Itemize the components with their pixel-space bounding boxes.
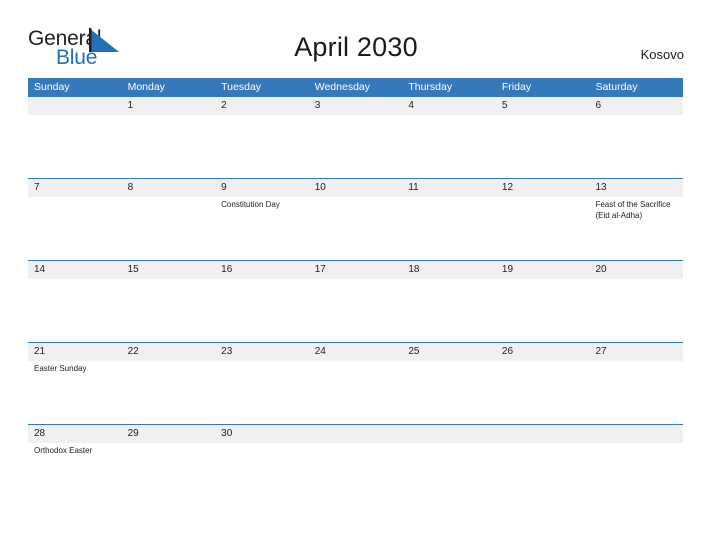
day-cell-14[interactable]: 14 [28, 261, 122, 342]
day-number: 26 [501, 346, 514, 357]
day-number: 19 [501, 264, 514, 275]
day-cell-23[interactable]: 23 [215, 343, 309, 424]
holiday-label: Easter Sunday [34, 364, 87, 373]
calendar-locale-label: Kosovo [640, 47, 684, 62]
day-cell-13[interactable]: 13 Feast of the Sacrifice (Eid al-Adha) [589, 179, 683, 260]
day-cell-16[interactable]: 16 [215, 261, 309, 342]
day-number: 4 [408, 100, 414, 111]
day-cell-9[interactable]: 9 Constitution Day [215, 179, 309, 260]
day-number: 17 [314, 264, 326, 275]
day-number: 10 [314, 182, 326, 193]
weekday-header-tuesday: Tuesday [221, 81, 262, 93]
day-number: 22 [127, 346, 139, 357]
day-number [315, 425, 398, 443]
weekday-header-wednesday: Wednesday [314, 81, 370, 93]
day-number: 7 [34, 182, 40, 193]
day-number: 6 [595, 100, 602, 111]
day-number: 16 [221, 264, 233, 275]
day-number: 1 [127, 100, 134, 111]
day-cell-empty [309, 425, 403, 506]
day-cell-10[interactable]: 10 [309, 179, 403, 260]
day-number: 28 [34, 428, 46, 439]
day-cell-21[interactable]: 21 Easter Sunday [28, 343, 122, 424]
calendar-week-row: 28 Orthodox Easter 29 30 [28, 424, 683, 506]
day-cell-12[interactable]: 12 [496, 179, 590, 260]
day-cell-5[interactable]: 5 [496, 97, 590, 178]
day-number: 5 [501, 100, 508, 111]
day-events: Easter Sunday [34, 361, 117, 374]
day-number [595, 425, 678, 443]
day-number: 11 [408, 182, 419, 193]
calendar-grid: Sunday Monday Tuesday Wednesday Thursday Frid… [28, 78, 683, 506]
day-cell-18[interactable]: 18 [402, 261, 496, 342]
day-cell-24[interactable]: 24 [309, 343, 403, 424]
day-cell-empty [589, 425, 683, 506]
day-number: 30 [221, 428, 233, 439]
day-number: 14 [34, 264, 46, 275]
day-cell-28[interactable]: 28 Orthodox Easter [28, 425, 122, 506]
weekday-header-monday: Monday [127, 81, 165, 93]
holiday-label: Constitution Day [221, 200, 280, 209]
weekday-header-row: Sunday Monday Tuesday Wednesday Thursday Frid… [28, 78, 683, 97]
day-cell-20[interactable]: 20 [589, 261, 683, 342]
holiday-label: Orthodox Easter [34, 446, 93, 455]
calendar-weeks: 1 2 3 4 5 6 7 8 9 Constitution Day 10 11 12 13 Feast o… [28, 97, 683, 506]
day-events: Feast of the Sacrifice (Eid al-Adha) [595, 197, 678, 221]
day-cell-25[interactable]: 25 [402, 343, 496, 424]
day-cell-17[interactable]: 17 [309, 261, 403, 342]
weekday-header-thursday: Thursday [408, 81, 453, 93]
day-cell-8[interactable]: 8 [122, 179, 216, 260]
day-events: Orthodox Easter [34, 443, 117, 456]
day-cell-4[interactable]: 4 [402, 97, 496, 178]
day-cell-29[interactable]: 29 [122, 425, 216, 506]
calendar-week-row: 14 15 16 17 18 19 20 [28, 260, 683, 342]
day-number: 2 [221, 100, 227, 111]
day-cell-2[interactable]: 2 [215, 97, 309, 178]
day-cell-19[interactable]: 19 [496, 261, 590, 342]
day-number: 15 [127, 264, 139, 275]
calendar-page: General Blue April 2030 Kosovo Sunday Mon… [0, 0, 712, 550]
day-number: 8 [127, 182, 134, 193]
day-number: 12 [501, 182, 514, 193]
day-events: Constitution Day [221, 197, 304, 210]
day-number: 21 [34, 346, 46, 357]
day-number: 29 [127, 428, 139, 439]
day-number: 20 [595, 264, 607, 275]
day-number: 9 [221, 182, 227, 193]
day-number: 24 [314, 346, 326, 357]
day-number: 25 [408, 346, 420, 357]
day-cell-empty [402, 425, 496, 506]
day-cell-empty [496, 425, 590, 506]
weekday-header-saturday: Saturday [595, 81, 638, 93]
day-cell-27[interactable]: 27 [589, 343, 683, 424]
day-number: 23 [221, 346, 233, 357]
day-cell-15[interactable]: 15 [122, 261, 216, 342]
day-cell-30[interactable]: 30 [215, 425, 309, 506]
day-number: 18 [408, 264, 420, 275]
day-number [408, 425, 491, 443]
day-cell-11[interactable]: 11 [402, 179, 496, 260]
day-number: 13 [595, 182, 607, 193]
calendar-week-row: 21 Easter Sunday 22 23 24 25 26 27 [28, 342, 683, 424]
calendar-week-row: 1 2 3 4 5 6 [28, 97, 683, 178]
day-cell-6[interactable]: 6 [589, 97, 683, 178]
day-cell-empty [28, 97, 122, 178]
weekday-header-friday: Friday [501, 81, 532, 93]
day-cell-1[interactable]: 1 [122, 97, 216, 178]
page-title: April 2030 [294, 32, 418, 62]
day-number [34, 97, 117, 115]
holiday-label: Feast of the Sacrifice (Eid al-Adha) [595, 200, 671, 220]
day-cell-22[interactable]: 22 [122, 343, 216, 424]
day-cell-26[interactable]: 26 [496, 343, 590, 424]
day-cell-7[interactable]: 7 [28, 179, 122, 260]
page-header: General Blue April 2030 Kosovo [28, 26, 684, 72]
day-cell-3[interactable]: 3 [309, 97, 403, 178]
weekday-header-sunday: Sunday [34, 81, 70, 93]
day-number: 27 [595, 346, 607, 357]
day-number [502, 425, 585, 443]
calendar-week-row: 7 8 9 Constitution Day 10 11 12 13 Feast of the … [28, 178, 683, 260]
day-number: 3 [314, 100, 321, 111]
